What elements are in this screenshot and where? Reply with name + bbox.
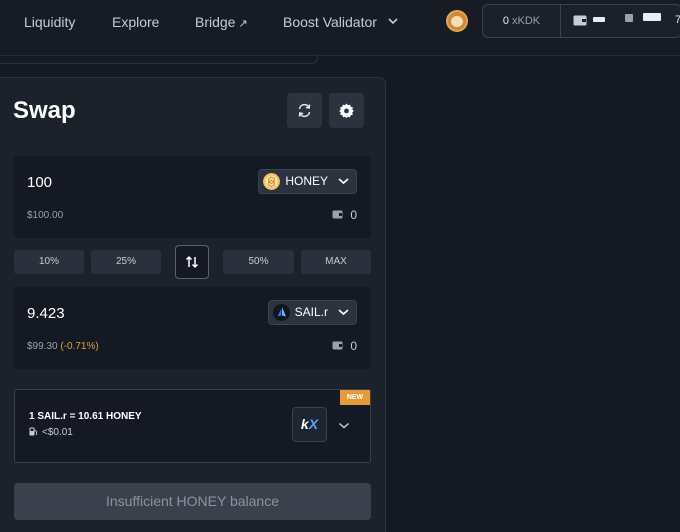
address-redacted <box>593 17 605 22</box>
to-token-box: 9.423 $99.30 (-0.71%) SAIL.r 0 <box>14 287 371 369</box>
percent-10-button[interactable]: 10% <box>14 250 84 274</box>
gas-estimate-value: <$0.01 <box>42 427 73 438</box>
top-nav: Liquidity Explore Bridge ↗ Boost Validato… <box>0 0 680 56</box>
avatar[interactable] <box>446 10 468 32</box>
xkdk-amount: 0 <box>502 15 509 27</box>
swap-arrows-icon <box>185 255 199 269</box>
chevron-down-icon[interactable] <box>387 15 399 27</box>
refresh-button[interactable] <box>287 93 322 128</box>
from-token-box: 100 $100.00 HONEY 0 <box>14 156 371 238</box>
logo-x: X <box>308 416 319 432</box>
to-usd-value: $99.30 (-0.71%) <box>27 341 99 352</box>
nav-boost-validator[interactable]: Boost Validator <box>283 13 377 31</box>
account-box[interactable]: 0 xKDK 7 <box>482 4 680 38</box>
to-amount-output[interactable]: 9.423 <box>27 305 65 322</box>
page-title: Swap <box>13 97 76 124</box>
logo-k: k <box>300 416 309 432</box>
to-usd-amount: $99.30 <box>27 341 58 352</box>
chevron-down-icon[interactable] <box>338 421 350 430</box>
external-link-icon: ↗ <box>238 18 248 30</box>
nav-explore[interactable]: Explore <box>112 13 159 31</box>
percent-25-button[interactable]: 25% <box>91 250 161 274</box>
route-details[interactable]: NEW 1 SAIL.r = 10.61 HONEY <$0.01 kX <box>14 389 371 463</box>
percent-50-button[interactable]: 50% <box>223 250 294 274</box>
xkdk-balance[interactable]: 0 xKDK <box>483 5 561 37</box>
from-usd-value: $100.00 <box>27 210 64 221</box>
gas-estimate: <$0.01 <box>29 427 73 438</box>
from-token-selector[interactable]: HONEY <box>258 169 357 194</box>
from-amount-input[interactable]: 100 <box>27 174 52 191</box>
price-impact: (-0.71%) <box>60 341 99 352</box>
gas-pump-icon <box>29 427 37 436</box>
to-balance: 0 <box>332 339 357 353</box>
panel-stub <box>0 54 318 64</box>
chevron-down-icon <box>338 178 349 185</box>
wallet-icon <box>332 210 343 219</box>
bear-face-icon <box>451 16 463 27</box>
new-badge: NEW <box>340 390 370 405</box>
chevron-down-icon <box>338 309 349 316</box>
exchange-rate: 1 SAIL.r = 10.61 HONEY <box>29 411 142 422</box>
submit-swap-button[interactable]: Insufficient HONEY balance <box>14 483 371 520</box>
gear-icon <box>339 103 354 119</box>
flip-direction-button[interactable] <box>175 245 209 279</box>
to-balance-value: 0 <box>350 339 357 353</box>
nav-bridge-label: Bridge <box>195 14 236 30</box>
refresh-icon <box>298 103 311 118</box>
address-redacted <box>643 13 661 21</box>
sail-token-icon <box>272 304 290 321</box>
nav-bridge[interactable]: Bridge ↗ <box>195 13 248 31</box>
to-token-selector[interactable]: SAIL.r <box>267 300 357 325</box>
to-token-symbol: SAIL.r <box>294 305 328 319</box>
from-balance-value: 0 <box>350 208 357 222</box>
address-redacted <box>625 14 633 22</box>
wallet-icon <box>573 15 587 26</box>
max-button[interactable]: MAX <box>301 250 371 274</box>
kodiak-aggregator-logo: kX <box>292 407 327 442</box>
wallet-icon <box>332 341 343 350</box>
from-balance: 0 <box>332 208 357 222</box>
settings-button[interactable] <box>329 93 364 128</box>
xkdk-unit: xKDK <box>512 15 541 27</box>
address-suffix: 7 <box>675 14 680 26</box>
from-token-symbol: HONEY <box>285 174 328 188</box>
honey-token-icon <box>263 173 281 190</box>
nav-liquidity[interactable]: Liquidity <box>24 13 75 31</box>
